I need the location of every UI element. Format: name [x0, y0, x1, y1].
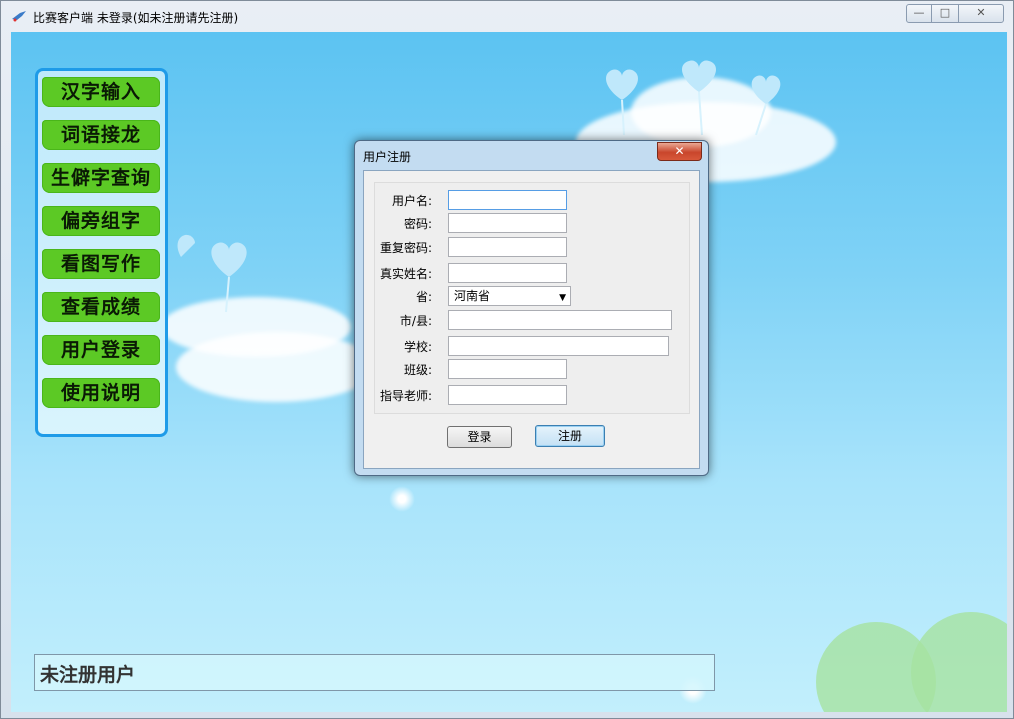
city-label: 市/县: [399, 314, 432, 328]
menu-item-user-login[interactable]: 用户登录 [42, 335, 160, 365]
minimize-button[interactable]: — [906, 4, 932, 23]
school-input[interactable] [448, 336, 669, 356]
real-name-label: 真实姓名: [379, 267, 432, 281]
class-input[interactable] [448, 359, 567, 379]
light-orb [389, 486, 415, 512]
city-input[interactable] [448, 310, 672, 330]
teacher-input[interactable] [448, 385, 567, 405]
username-input[interactable] [448, 190, 567, 210]
menu-item-picture-writing[interactable]: 看图写作 [42, 249, 160, 279]
green-heart-decoration [911, 612, 1007, 712]
password-label: 密码: [403, 217, 432, 231]
dialog-close-button[interactable]: ✕ [657, 142, 702, 161]
teacher-label: 指导老师: [379, 389, 432, 403]
maximize-button[interactable]: □ [931, 4, 959, 23]
province-select[interactable]: 河南省 ▼ [448, 286, 571, 306]
repeat-password-input[interactable] [448, 237, 567, 257]
menu-item-hanzi-input[interactable]: 汉字输入 [42, 77, 160, 107]
province-value: 河南省 [454, 289, 491, 303]
menu-item-word-chain[interactable]: 词语接龙 [42, 120, 160, 150]
password-input[interactable] [448, 213, 567, 233]
register-dialog: 用户注册 ✕ 用户名: 密码: 重复密码: 真实姓名: 省: 河南省 ▼ 市/县… [354, 140, 709, 476]
side-menu: 汉字输入 词语接龙 生僻字查询 偏旁组字 看图写作 查看成绩 用户登录 使用说明 [35, 68, 168, 437]
dialog-body: 用户名: 密码: 重复密码: 真实姓名: 省: 河南省 ▼ 市/县: 学校: 班… [363, 170, 700, 469]
cloud [176, 332, 376, 402]
real-name-input[interactable] [448, 263, 567, 283]
class-label: 班级: [403, 363, 432, 377]
username-label: 用户名: [391, 194, 432, 208]
maximize-icon: □ [939, 6, 951, 19]
register-button[interactable]: 注册 [535, 425, 605, 447]
menu-item-radical-compose[interactable]: 偏旁组字 [42, 206, 160, 236]
dialog-title: 用户注册 [363, 150, 412, 164]
status-text: 未注册用户 [40, 664, 136, 686]
title-bar: 比赛客户端 未登录(如未注册请先注册) — □ ✕ [1, 1, 1013, 32]
minimize-icon: — [913, 6, 925, 19]
login-button[interactable]: 登录 [447, 426, 512, 448]
close-button[interactable]: ✕ [958, 4, 1004, 23]
chevron-down-icon: ▼ [559, 293, 566, 303]
window-title: 比赛客户端 未登录(如未注册请先注册) [33, 11, 239, 25]
menu-item-rare-char-lookup[interactable]: 生僻字查询 [42, 163, 160, 193]
heart-decoration [606, 60, 781, 136]
close-icon: ✕ [976, 6, 986, 19]
form-group: 用户名: 密码: 重复密码: 真实姓名: 省: 河南省 ▼ 市/县: 学校: 班… [374, 182, 690, 414]
repeat-password-label: 重复密码: [379, 241, 432, 255]
heart-decoration [177, 234, 247, 313]
close-icon: ✕ [674, 144, 685, 158]
main-window: 比赛客户端 未登录(如未注册请先注册) — □ ✕ 汉字输入 词语接龙 生僻字查… [0, 0, 1014, 719]
province-label: 省: [415, 290, 432, 304]
school-label: 学校: [403, 340, 432, 354]
app-icon [12, 11, 26, 22]
menu-item-view-scores[interactable]: 查看成绩 [42, 292, 160, 322]
status-bar: 未注册用户 [34, 654, 715, 691]
menu-item-instructions[interactable]: 使用说明 [42, 378, 160, 408]
